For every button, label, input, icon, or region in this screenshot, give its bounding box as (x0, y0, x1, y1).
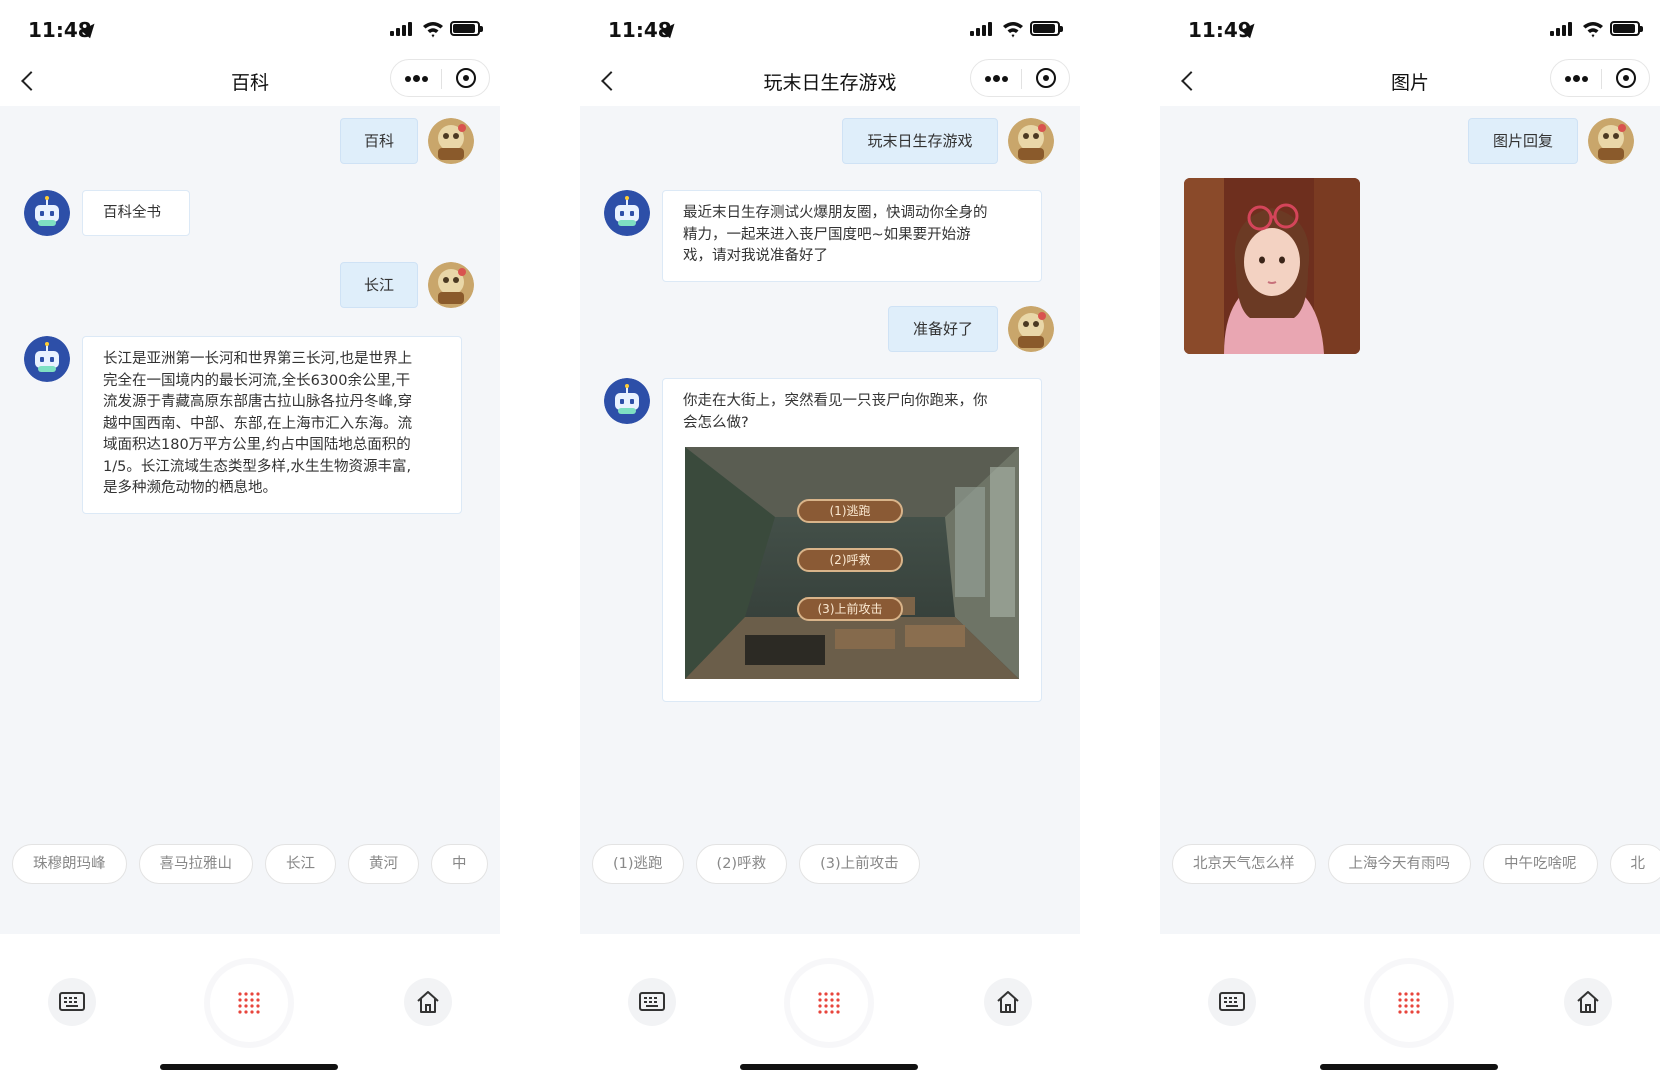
game-scene-image: (1)逃跑 (2)呼救 (3)上前攻击 (685, 447, 1019, 679)
cellular-signal-icon (1550, 22, 1576, 36)
home-icon[interactable] (1564, 978, 1612, 1026)
message-line: 长江是亚洲第一长河和世界第三长河,也是世界上 (103, 351, 413, 367)
status-bar: 11:49 (1160, 0, 1660, 56)
message-line: 1/5。长江流域生态类型多样,水生生物资源丰富, (103, 458, 412, 475)
message-line: 会怎么做? (683, 414, 749, 431)
voice-dots-icon[interactable] (790, 964, 868, 1042)
message-line: 精力，一起来进入丧尸国度吧~如果要开始游 (683, 226, 971, 243)
chat-area: 玩末日生存游戏 最近末日生存测试火爆朋友圈，快调动你全身的 精力，一起来进入丧尸… (580, 106, 1080, 900)
mini-program-capsule (970, 59, 1070, 97)
battery-icon (1610, 21, 1643, 36)
suggestion-bar: 珠穆朗玛峰 喜马拉雅山 长江 黄河中 (0, 844, 500, 888)
chat-area: 百科 百科全书 长江 长江是亚洲第一长河和世界第三长河,也是世界上 完全在一国境… (0, 106, 500, 900)
keyboard-icon[interactable] (628, 978, 676, 1026)
status-bar: 11:48 (580, 0, 1080, 56)
message-line: 是多种濒危动物的栖息地。 (103, 480, 277, 496)
message-line: 越中国西南、中部、东部,在上海市汇入东海。流 (103, 415, 413, 432)
home-indicator (1320, 1064, 1498, 1070)
suggestion-chip[interactable]: 北京天气怎么样 (1172, 844, 1316, 884)
target-close-icon[interactable] (441, 60, 491, 96)
message-line: 流发源于青藏高原东部唐古拉山脉各拉丹冬峰,穿 (103, 394, 413, 410)
nav-bar: 玩末日生存游戏 (580, 56, 1080, 106)
bottom-toolbar (0, 934, 500, 1080)
wifi-icon (1583, 22, 1603, 38)
more-dots-icon[interactable] (1551, 60, 1601, 96)
message-line: 域面积达180万平方公里,约占中国陆地总面积的 (103, 437, 411, 453)
user-avatar[interactable] (428, 118, 474, 164)
suggestion-chip[interactable]: (2)呼救 (695, 844, 788, 884)
more-dots-icon[interactable] (391, 60, 441, 96)
home-icon[interactable] (404, 978, 452, 1026)
message-line: 你走在大街上，突然看见一只丧尸向你跑来，你 (683, 393, 988, 409)
suggestion-bar: 北京天气怎么样 上海今天有雨吗 中午吃啥呢北 (1160, 844, 1660, 888)
home-icon[interactable] (984, 978, 1032, 1026)
suggestion-chip[interactable]: 上海今天有雨吗 (1327, 844, 1471, 884)
suggestion-chip[interactable]: 中午吃啥呢 (1483, 844, 1598, 884)
user-avatar[interactable] (1008, 118, 1054, 164)
suggestion-chip[interactable]: 珠穆朗玛峰 (12, 844, 127, 884)
bottom-toolbar (1160, 934, 1660, 1080)
suggestion-chip[interactable]: 中 (431, 844, 488, 884)
suggestion-bar: (1)逃跑 (2)呼救 (3)上前攻击 (580, 844, 1080, 888)
user-message: 玩末日生存游戏 (842, 118, 998, 164)
bot-message: 长江是亚洲第一长河和世界第三长河,也是世界上 完全在一国境内的最长河流,全长63… (82, 336, 462, 514)
user-message: 准备好了 (888, 306, 998, 352)
option-2-button[interactable]: (2)呼救 (797, 548, 903, 572)
target-close-icon[interactable] (1601, 60, 1651, 96)
target-close-icon[interactable] (1021, 60, 1071, 96)
suggestion-chip[interactable]: 喜马拉雅山 (138, 844, 253, 884)
wifi-icon (1003, 22, 1023, 38)
reply-image[interactable] (1184, 178, 1360, 354)
message-line: 最近末日生存测试火爆朋友圈，快调动你全身的 (683, 205, 988, 221)
status-bar: 11:48 (0, 0, 500, 56)
phone-screen-game: 11:48 玩末日生存游戏 玩末日生存游戏 最近末日生存测试火爆朋友圈，快调动你… (580, 0, 1080, 1080)
suggestion-chip[interactable]: (1)逃跑 (592, 844, 684, 884)
bottom-toolbar (580, 934, 1080, 1080)
suggestion-chip[interactable]: (3)上前攻击 (799, 844, 920, 884)
bot-message: 最近末日生存测试火爆朋友圈，快调动你全身的 精力，一起来进入丧尸国度吧~如果要开… (662, 190, 1042, 282)
phone-screen-baike: 11:48 百科 百科 百科全书 长江 长江是亚洲第一长河和世界第三长河,也是世… (0, 0, 500, 1080)
battery-icon (450, 21, 483, 36)
chat-area: 图片回复 (1160, 106, 1660, 900)
cellular-signal-icon (390, 22, 416, 36)
keyboard-icon[interactable] (48, 978, 96, 1026)
voice-dots-icon[interactable] (210, 964, 288, 1042)
bot-message: 百科全书 (82, 190, 190, 236)
bot-message: 你走在大街上，突然看见一只丧尸向你跑来，你 会怎么做? (1)逃跑 (2)呼救 … (662, 378, 1042, 702)
bot-avatar (604, 378, 650, 424)
option-1-button[interactable]: (1)逃跑 (797, 499, 903, 523)
user-message: 长江 (340, 262, 418, 308)
message-line: 戏，请对我说准备好了 (683, 248, 828, 264)
suggestion-chip[interactable]: 长江 (265, 844, 336, 884)
suggestion-chip[interactable]: 黄河 (348, 844, 419, 884)
home-indicator (160, 1064, 338, 1070)
wifi-icon (423, 22, 443, 38)
user-avatar[interactable] (1588, 118, 1634, 164)
option-3-button[interactable]: (3)上前攻击 (797, 597, 903, 621)
home-indicator (740, 1064, 918, 1070)
bot-avatar (24, 336, 70, 382)
portrait-photo (1184, 178, 1360, 354)
more-dots-icon[interactable] (971, 60, 1021, 96)
keyboard-icon[interactable] (1208, 978, 1256, 1026)
bot-avatar (24, 190, 70, 236)
user-avatar[interactable] (1008, 306, 1054, 352)
suggestion-chip[interactable]: 北 (1609, 844, 1660, 884)
user-avatar[interactable] (428, 262, 474, 308)
mini-program-capsule (1550, 59, 1650, 97)
mini-program-capsule (390, 59, 490, 97)
phone-screen-image: 11:49 图片 图片回复 北京天气怎么样 上海今天有雨吗 中午吃啥呢 北 (1160, 0, 1660, 1080)
user-message: 百科 (340, 118, 418, 164)
nav-bar: 图片 (1160, 56, 1660, 106)
battery-icon (1030, 21, 1063, 36)
user-message: 图片回复 (1468, 118, 1578, 164)
cellular-signal-icon (970, 22, 996, 36)
bot-avatar (604, 190, 650, 236)
message-line: 完全在一国境内的最长河流,全长6300余公里,干 (103, 372, 411, 389)
nav-bar: 百科 (0, 56, 500, 106)
voice-dots-icon[interactable] (1370, 964, 1448, 1042)
